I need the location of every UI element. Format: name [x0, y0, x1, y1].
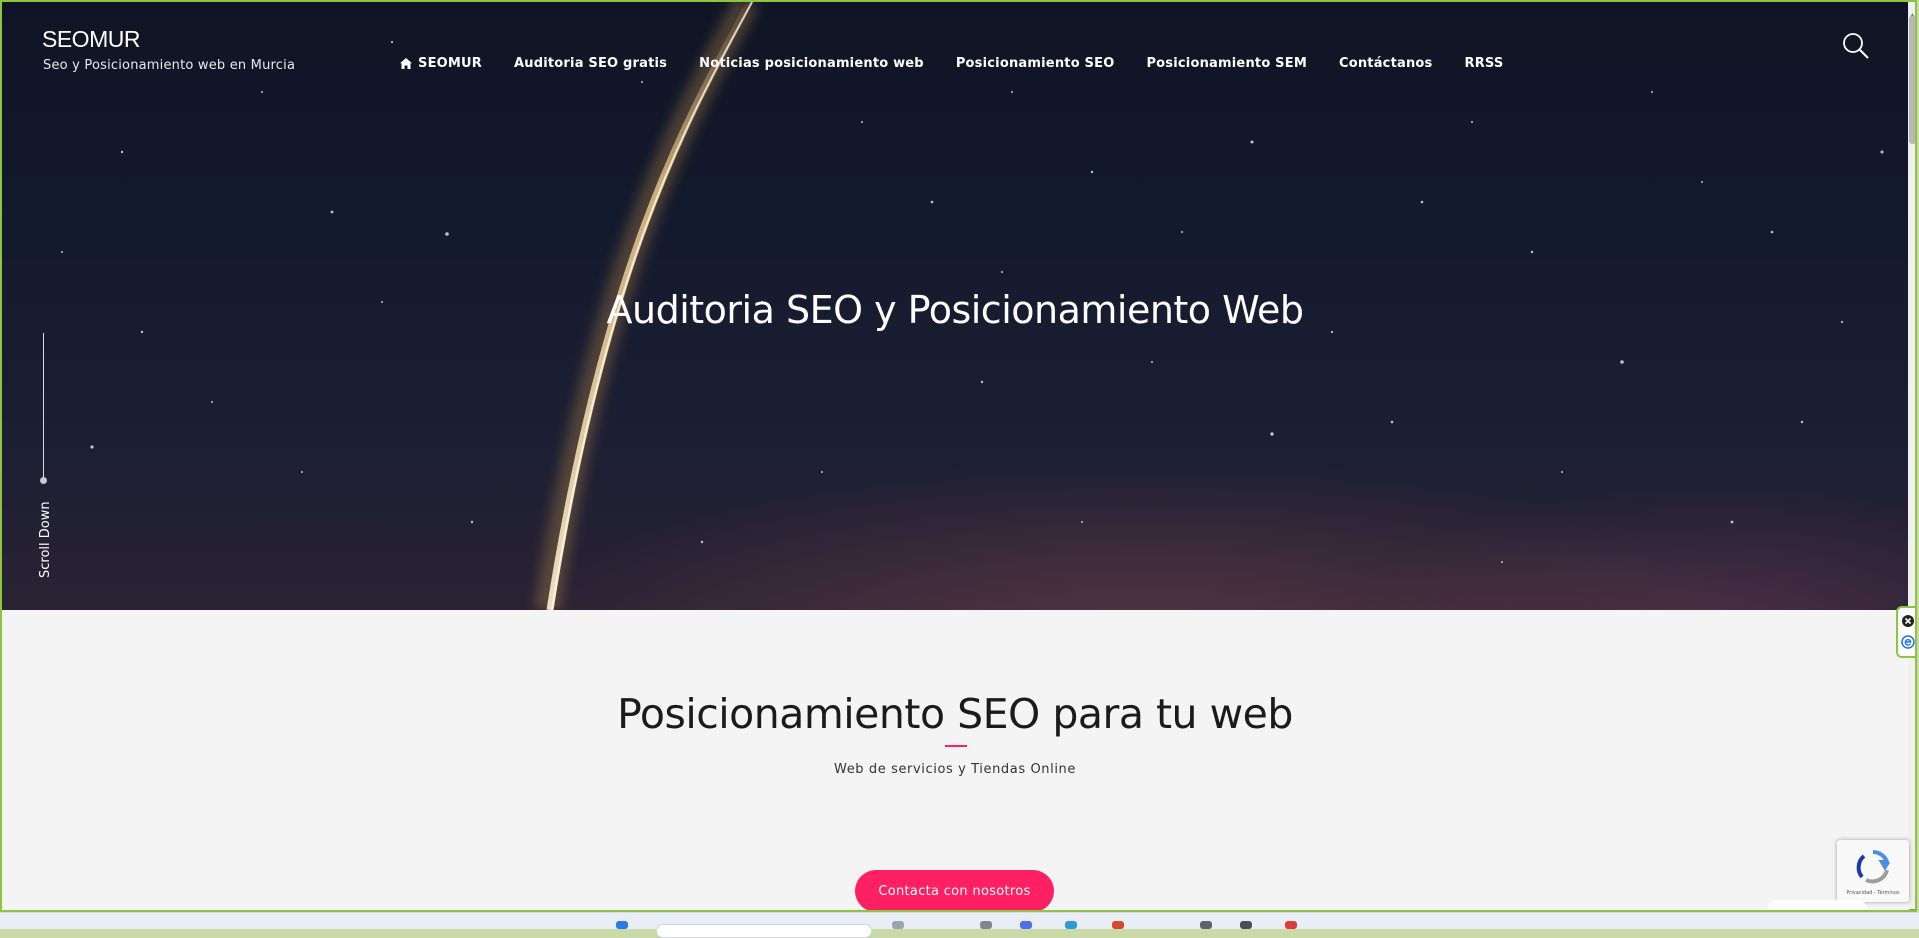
- recaptcha-icon: [1854, 848, 1892, 890]
- title-divider: [945, 745, 967, 747]
- section-subtitle: Web de servicios y Tiendas Online: [834, 762, 1076, 777]
- recaptcha-badge[interactable]: Privacidad - Términos: [1837, 840, 1909, 902]
- site-tagline: Seo y Posicionamiento web en Murcia: [43, 58, 296, 73]
- nav-item-seomur[interactable]: SEOMUR: [400, 56, 482, 71]
- extension-e-icon[interactable]: [1901, 634, 1915, 653]
- scroll-indicator-dot: [40, 477, 47, 484]
- taskbar-search[interactable]: [656, 924, 872, 938]
- nav-item-label: SEOMUR: [418, 56, 482, 71]
- nav-item-posicionamiento-sem[interactable]: Posicionamiento SEM: [1146, 56, 1307, 71]
- nav-item-posicionamiento-seo[interactable]: Posicionamiento SEO: [956, 56, 1115, 71]
- browser-viewport: SEOMUR Seo y Posicionamiento web en Murc…: [0, 0, 1917, 912]
- section-title: Posicionamiento SEO para tu web: [617, 690, 1293, 738]
- page-scrollbar[interactable]: [1908, 2, 1915, 910]
- main-nav: SEOMUR Auditoria SEO gratis Noticias pos…: [400, 56, 1535, 71]
- side-extension-widget: [1896, 606, 1915, 658]
- recaptcha-terms[interactable]: Privacidad - Términos: [1837, 890, 1909, 896]
- nav-item-rrss[interactable]: RRSS: [1464, 56, 1503, 71]
- home-icon: [400, 58, 412, 69]
- scroll-down-link[interactable]: Scroll Down: [38, 501, 53, 578]
- scroll-indicator-line: [43, 333, 44, 478]
- nav-item-auditoria[interactable]: Auditoria SEO gratis: [514, 56, 667, 71]
- nav-item-noticias[interactable]: Noticias posicionamiento web: [699, 56, 924, 71]
- close-icon[interactable]: [1901, 613, 1915, 632]
- contact-button[interactable]: Contacta con nosotros: [855, 870, 1054, 910]
- search-icon[interactable]: [1842, 32, 1870, 60]
- content-section: Posicionamiento SEO para tu web Web de s…: [2, 610, 1908, 910]
- hero-section: SEOMUR Seo y Posicionamiento web en Murc…: [2, 2, 1908, 610]
- floating-tab[interactable]: [1767, 900, 1867, 910]
- os-taskbar: [0, 912, 1919, 938]
- site-header: SEOMUR Seo y Posicionamiento web en Murc…: [2, 2, 1908, 102]
- hero-title: Auditoria SEO y Posicionamiento Web: [606, 288, 1305, 332]
- site-logo-title[interactable]: SEOMUR: [42, 26, 140, 53]
- scrollbar-thumb[interactable]: [1909, 16, 1915, 144]
- scroll-down-arrow-icon[interactable]: [1909, 900, 1915, 910]
- nav-item-contactanos[interactable]: Contáctanos: [1339, 56, 1433, 71]
